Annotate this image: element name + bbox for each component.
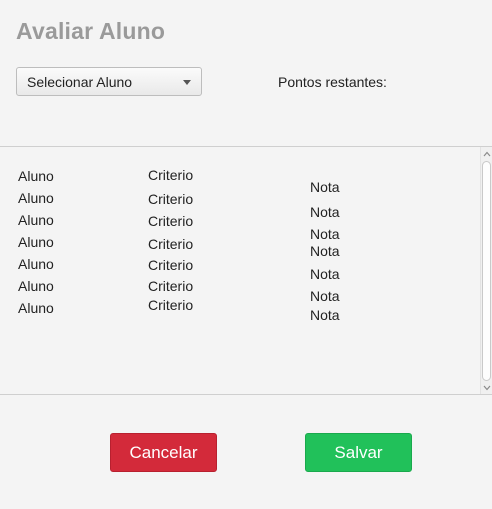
points-remaining-label: Pontos restantes:: [278, 74, 387, 90]
row-criterio: Criterio: [148, 167, 194, 183]
row-nota: Nota: [310, 266, 340, 282]
row-criterio: Criterio: [148, 297, 194, 313]
row-criterio: Criterio: [148, 213, 194, 229]
row-aluno: Aluno: [18, 278, 54, 294]
row-nota: Nota: [310, 243, 340, 259]
select-aluno-value: Selecionar Aluno: [27, 73, 133, 90]
row-aluno: Aluno: [18, 168, 54, 184]
row-nota: Nota: [310, 204, 340, 220]
scrollbar-thumb[interactable]: [482, 161, 491, 381]
scroll-down-icon[interactable]: [481, 382, 492, 393]
evaluation-scroll-panel[interactable]: Aluno Aluno Aluno Aluno Aluno Aluno Alun…: [0, 146, 492, 395]
select-aluno-dropdown[interactable]: Selecionar Aluno: [16, 67, 202, 96]
row-aluno: Aluno: [18, 256, 54, 272]
row-criterio: Criterio: [148, 236, 194, 252]
row-aluno: Aluno: [18, 300, 54, 316]
row-criterio: Criterio: [148, 257, 194, 273]
row-aluno: Aluno: [18, 190, 54, 206]
row-aluno: Aluno: [18, 234, 54, 250]
row-aluno: Aluno: [18, 212, 54, 228]
save-button[interactable]: Salvar: [305, 433, 412, 472]
scroll-up-icon[interactable]: [481, 148, 492, 159]
page-title: Avaliar Aluno: [16, 18, 166, 44]
cancel-button[interactable]: Cancelar: [110, 433, 217, 472]
row-nota: Nota: [310, 226, 340, 242]
row-nota: Nota: [310, 307, 340, 323]
row-nota: Nota: [310, 288, 340, 304]
row-nota: Nota: [310, 179, 340, 195]
chevron-down-icon: [183, 80, 191, 85]
row-criterio: Criterio: [148, 278, 194, 294]
vertical-scrollbar[interactable]: [480, 147, 492, 394]
row-criterio: Criterio: [148, 191, 194, 207]
